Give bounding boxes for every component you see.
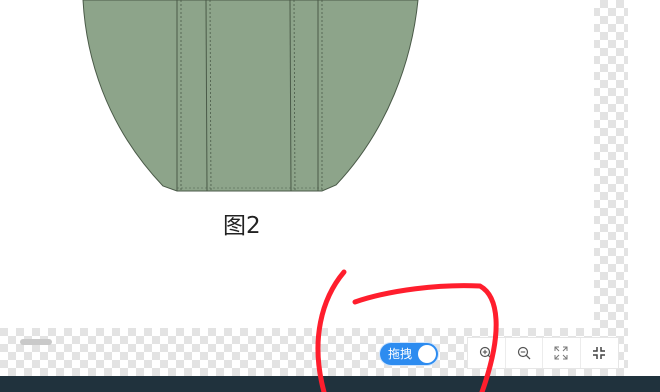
actual-size-button[interactable]: [581, 338, 618, 368]
drag-toggle[interactable]: 拖拽: [380, 343, 438, 365]
expand-icon: [554, 346, 568, 360]
skirt-body: [82, 0, 419, 192]
zoom-in-icon: [480, 346, 493, 360]
collapse-icon: [593, 347, 606, 359]
zoom-out-icon: [517, 346, 531, 360]
zoom-toolbar: [467, 337, 619, 369]
toggle-knob: [418, 345, 436, 363]
skirt-illustration: [82, 0, 419, 192]
drag-toggle-label: 拖拽: [388, 347, 413, 361]
fit-to-screen-button[interactable]: [543, 338, 581, 368]
bottom-status-bar: [0, 376, 660, 392]
figure-caption: 图2: [223, 213, 261, 239]
right-gutter: [628, 0, 660, 376]
horizontal-scrollbar[interactable]: [20, 339, 52, 345]
zoom-in-button[interactable]: [468, 338, 506, 368]
zoom-out-button[interactable]: [506, 338, 543, 368]
